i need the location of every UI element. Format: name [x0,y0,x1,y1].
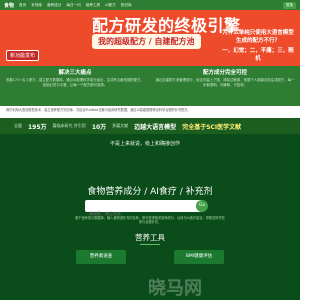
nav-item-nutrients[interactable]: 营养成分 [47,3,61,8]
stats-model-sub: 完全基于SCI医学文献 [182,123,242,131]
nav-item-daily-question[interactable]: 每日一问 [66,3,80,8]
search-box [85,200,203,220]
tools-section-title: 营养工具 [135,233,165,242]
feature-pain-points-body: 收集170+名人配方，建立配方数据库，通过AI推理科学成分组合，生成有文献依据的… [5,78,145,87]
hero-title: 配方研发的终极引擎 [92,16,241,35]
feature-pain-points-title: 解决三大痛点 [58,70,92,76]
nav-item-supplements[interactable]: 补剂库 [31,3,42,8]
site-logo[interactable]: 食物 [4,2,14,9]
search-go-button[interactable]: Go [196,200,208,212]
intro-text: 我们利用大语言模型技术，建立营养配方知识库，并结合PubMed文献与临床研究数据… [0,106,300,118]
nav-item-home[interactable]: 首页 [19,3,26,8]
hero-answer: 一，幻觉；二，平庸；三，随机 [222,48,294,62]
stats-model-title: 迈越大语言模型 [134,123,177,131]
new-feature-badge: 新功能发布 [6,50,40,61]
stats-refs: 10万 [91,123,107,131]
main-content: 不是上来就说，级上和确接创作 食物营养成分 / AI食疗 / 补充剂 Go 基于… [0,134,300,300]
stats-prefix: 全量 [14,123,22,128]
tool-card-bmi[interactable]: BMI健康评估 [174,250,224,264]
feature-pain-points: 解决三大痛点 收集170+名人配方，建立配方数据库，通过AI推理科学成分组合，生… [5,68,145,88]
nav-item-tools[interactable]: 营养工具 [86,3,100,8]
tools-divider [140,244,160,245]
stats-mid: 篇临床研究 并引用 [52,123,86,128]
watermark-logo: 晓马网 [148,278,202,299]
feature-band: 解决三大痛点 收集170+名人配方，建立配方数据库，通过AI推理科学成分组合，生… [0,66,300,106]
login-button[interactable]: 登录 [282,1,296,9]
stats-suffix: 多篇文献 [112,123,129,128]
hero-banner[interactable]: 新功能发布 配方研发的终极引擎 我的超级配方 / 自建配方池 为什么单纯只使用大… [0,10,300,66]
hero-subtitle-button[interactable]: 我的超级配方 / 自建配方池 [92,34,201,49]
feature-controllable-body: 通过自建配方池管理成分，设定剂量上下限，排除过敏原，依据个人健康目标生成配方，每… [155,78,295,87]
nav-item-ai-formula[interactable]: AI配方 [105,3,116,8]
stats-papers: 195万 [28,123,47,131]
hero-question: 为什么单纯只使用大语言模型生成的配方不行？ [222,30,294,44]
feature-controllable-title: 配方成分完全可控 [202,70,247,76]
search-description: 基于营养成分数据库，输入食物或补充剂名称，即可获得相关营养成分、功效与AI食疗建… [75,216,225,224]
stats-strip: 全量 195万 篇临床研究 并引用 10万 多篇文献 迈越大语言模型 完全基于S… [0,118,300,134]
notice-text: 不是上来就说，级上和确接创作 [110,141,181,147]
nutrition-search-title: 食物营养成分 / AI食疗 / 补充剂 [87,187,213,197]
tool-card-nutrient-lookup[interactable]: 营养素速查 [76,250,126,264]
nav-item-knowledge[interactable]: 知识库 [121,3,132,8]
top-navigation-bar: 食物 首页 补剂库 营养成分 每日一问 营养工具 AI配方 知识库 登录 [0,0,300,10]
feature-controllable: 配方成分完全可控 通过自建配方池管理成分，设定剂量上下限，排除过敏原，依据个人健… [155,68,295,88]
